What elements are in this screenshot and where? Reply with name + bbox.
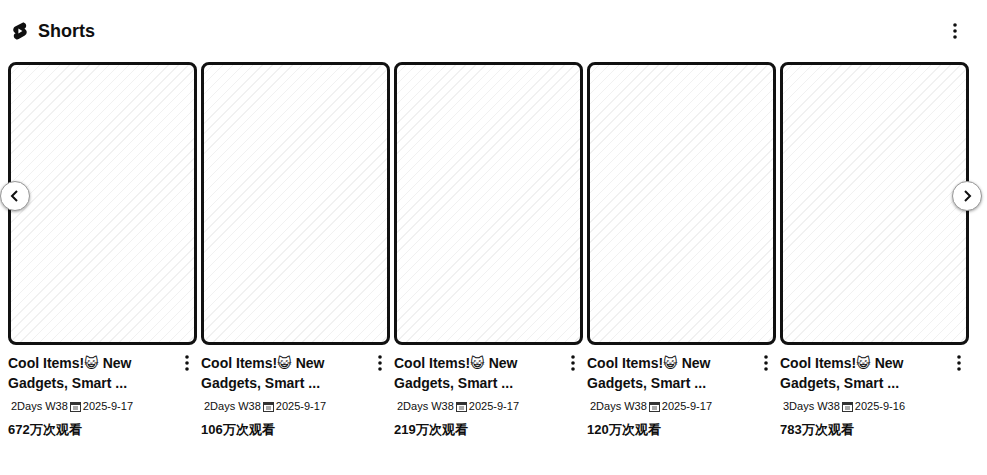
more-icon [764, 355, 768, 371]
short-title[interactable]: Cool Items!😺 New Gadgets, Smart ... [780, 353, 949, 393]
title-row: Cool Items!😺 New Gadgets, Smart ... [587, 353, 776, 393]
short-card[interactable]: Cool Items!😺 New Gadgets, Smart ... 2Days… [8, 62, 197, 439]
short-age: 2Days W38 [204, 399, 261, 413]
calendar-icon [842, 401, 853, 412]
card-menu-button[interactable] [756, 353, 776, 373]
chevron-right-icon [961, 189, 973, 203]
shelf-menu-button[interactable] [945, 21, 965, 41]
short-title[interactable]: Cool Items!😺 New Gadgets, Smart ... [394, 353, 563, 393]
calendar-icon [70, 401, 81, 412]
short-date: 2025-9-17 [469, 399, 519, 413]
short-meta: 2Days W38 2025-9-17 [201, 399, 390, 413]
card-menu-button[interactable] [949, 353, 969, 373]
calendar-icon [456, 401, 467, 412]
video-thumbnail[interactable] [201, 62, 390, 345]
short-age: 2Days W38 [11, 399, 68, 413]
short-date: 2025-9-17 [276, 399, 326, 413]
short-views: 106万次观看 [201, 421, 390, 439]
short-meta: 2Days W38 2025-9-17 [394, 399, 583, 413]
title-row: Cool Items!😺 New Gadgets, Smart ... [201, 353, 390, 393]
chevron-left-icon [9, 189, 21, 203]
short-date: 2025-9-17 [83, 399, 133, 413]
title-row: Cool Items!😺 New Gadgets, Smart ... [394, 353, 583, 393]
more-icon [571, 355, 575, 371]
short-card[interactable]: Cool Items!😺 New Gadgets, Smart ... 2Days… [587, 62, 776, 439]
short-date: 2025-9-17 [662, 399, 712, 413]
short-views: 783万次观看 [780, 421, 969, 439]
short-title[interactable]: Cool Items!😺 New Gadgets, Smart ... [201, 353, 370, 393]
more-icon [185, 355, 189, 371]
title-row: Cool Items!😺 New Gadgets, Smart ... [780, 353, 969, 393]
video-thumbnail[interactable] [587, 62, 776, 345]
short-card[interactable]: Cool Items!😺 New Gadgets, Smart ... 2Days… [394, 62, 583, 439]
short-date: 2025-9-16 [855, 399, 905, 413]
shelf-header: Shorts [0, 11, 987, 51]
short-meta: 2Days W38 2025-9-17 [8, 399, 197, 413]
shorts-row: Cool Items!😺 New Gadgets, Smart ... 2Days… [0, 62, 987, 439]
video-thumbnail[interactable] [394, 62, 583, 345]
video-thumbnail[interactable] [8, 62, 197, 345]
shorts-logo-icon [12, 21, 28, 41]
short-views: 120万次观看 [587, 421, 776, 439]
calendar-icon [649, 401, 660, 412]
title-row: Cool Items!😺 New Gadgets, Smart ... [8, 353, 197, 393]
more-icon [957, 355, 961, 371]
short-age: 2Days W38 [397, 399, 454, 413]
short-age: 3Days W38 [783, 399, 840, 413]
previous-button[interactable] [0, 181, 30, 211]
short-title[interactable]: Cool Items!😺 New Gadgets, Smart ... [8, 353, 177, 393]
short-age: 2Days W38 [590, 399, 647, 413]
short-views: 219万次观看 [394, 421, 583, 439]
more-icon [378, 355, 382, 371]
card-menu-button[interactable] [370, 353, 390, 373]
short-card[interactable]: Cool Items!😺 New Gadgets, Smart ... 3Days… [780, 62, 969, 439]
next-button[interactable] [952, 181, 982, 211]
card-menu-button[interactable] [563, 353, 583, 373]
short-card[interactable]: Cool Items!😺 New Gadgets, Smart ... 2Days… [201, 62, 390, 439]
shorts-shelf: Cool Items!😺 New Gadgets, Smart ... 2Days… [0, 62, 987, 439]
short-views: 672万次观看 [8, 421, 197, 439]
short-meta: 2Days W38 2025-9-17 [587, 399, 776, 413]
calendar-icon [263, 401, 274, 412]
video-thumbnail[interactable] [780, 62, 969, 345]
more-icon [953, 23, 957, 39]
card-menu-button[interactable] [177, 353, 197, 373]
short-title[interactable]: Cool Items!😺 New Gadgets, Smart ... [587, 353, 756, 393]
short-meta: 3Days W38 2025-9-16 [780, 399, 969, 413]
shelf-title: Shorts [38, 19, 945, 43]
